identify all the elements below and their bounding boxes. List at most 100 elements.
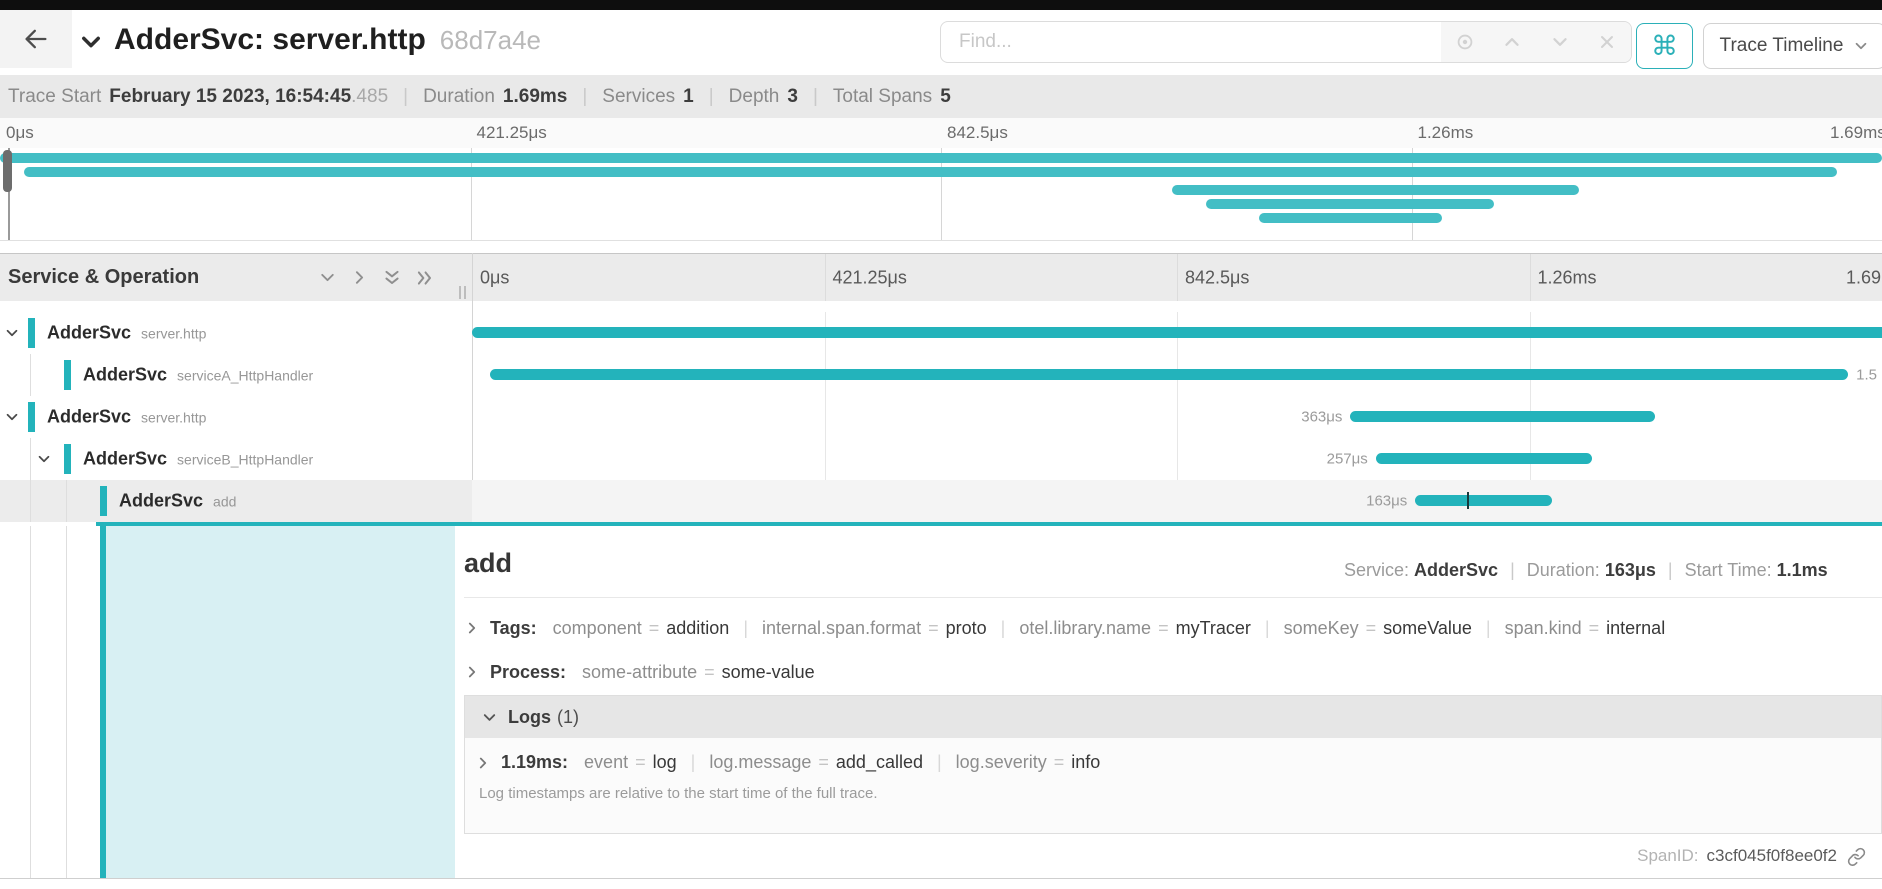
span-duration-bar[interactable] — [1376, 453, 1592, 464]
collapse-all-icon[interactable] — [382, 268, 402, 288]
collapse-controls — [318, 254, 435, 301]
meta-value: 163μs — [1605, 560, 1656, 580]
minimap-span-bar — [1206, 199, 1494, 209]
log-entry-row[interactable]: 1.19ms:event=log|log.message=add_called|… — [475, 752, 1881, 773]
kv-key: log.message — [709, 752, 811, 773]
find-prev-icon[interactable] — [1500, 30, 1524, 54]
minimap-graph[interactable] — [0, 148, 1882, 241]
tick-label: 1.69ms — [1830, 123, 1882, 143]
column-resizer-handle[interactable] — [459, 286, 469, 299]
span-duration-label: 257μs — [1327, 451, 1368, 468]
summary-value: 1 — [683, 86, 694, 108]
kv-equals: = — [1054, 752, 1065, 773]
span-color-accent — [28, 318, 35, 348]
span-tree-row[interactable]: AdderSvcserver.http — [0, 396, 472, 438]
span-tree-row[interactable]: AdderSvcserviceA_HttpHandler — [0, 354, 472, 396]
meta-label: Duration: — [1527, 560, 1605, 580]
kv-equals: = — [704, 662, 715, 683]
span-bar-row[interactable]: 163μs — [472, 480, 1882, 522]
span-log-marker[interactable] — [1467, 492, 1469, 509]
span-detail-content: add Service: AdderSvc|Duration: 163μs|St… — [458, 526, 1882, 878]
kv-equals: = — [1158, 618, 1169, 639]
process-label: Process: — [490, 662, 566, 683]
kv-value: proto — [946, 618, 987, 639]
logs-label: Logs — [508, 707, 551, 728]
span-duration-label: 163μs — [1366, 493, 1407, 510]
deep-link-icon[interactable] — [1847, 847, 1866, 866]
span-tree-row[interactable]: AdderSvcserviceB_HttpHandler — [0, 438, 472, 480]
view-selector-label: Trace Timeline — [1720, 35, 1844, 57]
summary-label: Depth — [729, 86, 780, 108]
span-toggle-chevron-down-icon[interactable] — [4, 325, 20, 341]
kv-value: log — [653, 752, 677, 773]
minimap-scrubber-handle[interactable] — [3, 150, 12, 192]
locate-span-icon[interactable] — [1453, 30, 1477, 54]
chevron-right-icon — [464, 620, 480, 636]
kv-separator: | — [1001, 618, 1006, 639]
span-duration-bar[interactable] — [1415, 495, 1552, 506]
span-service-name: AdderSvcserviceB_HttpHandler — [83, 449, 313, 470]
meta-separator: | — [1510, 560, 1515, 580]
span-service-name: AdderSvcserver.http — [47, 323, 206, 344]
span-operation-name: server.http — [141, 326, 206, 342]
chevron-right-icon — [475, 755, 491, 771]
logs-header[interactable]: Logs (1) — [465, 696, 1881, 738]
span-operation-name: add — [213, 494, 236, 510]
expand-one-icon[interactable] — [350, 268, 369, 287]
selected-span-highlight-block — [106, 526, 455, 878]
indent-guide — [66, 480, 67, 522]
find-input[interactable] — [941, 22, 1441, 62]
summary-value-suffix: .485 — [351, 86, 388, 107]
span-bar-row[interactable]: 1.5 — [472, 354, 1882, 396]
find-next-icon[interactable] — [1548, 30, 1572, 54]
timeline-header-ticks: 0μs421.25μs842.5μs1.26ms1.69ms — [472, 254, 1882, 301]
trace-summary-bar: Trace StartFebruary 15 2023, 16:54:45.48… — [0, 75, 1882, 118]
span-id-row: SpanID: c3cf045f0f8ee0f2 — [1637, 846, 1866, 866]
span-duration-bar[interactable] — [490, 369, 1848, 380]
kv-value: add_called — [836, 752, 923, 773]
find-icon-strip — [1441, 22, 1631, 62]
span-color-accent — [100, 486, 107, 516]
timeline-column-header: Service & Operation 0μs421.25μs842.5μs1.… — [0, 253, 1882, 301]
back-button[interactable] — [0, 10, 72, 68]
minimap-span-bar — [1172, 185, 1579, 195]
span-bar-row[interactable]: 257μs — [472, 438, 1882, 480]
expand-all-icon[interactable] — [415, 268, 435, 288]
span-id-label: SpanID: — [1637, 846, 1698, 866]
kv-separator: | — [691, 752, 696, 773]
collapse-trace-header-chevron[interactable] — [78, 29, 104, 55]
kv-value: addition — [666, 618, 729, 639]
keyboard-shortcuts-button[interactable]: ⌘ — [1636, 23, 1693, 69]
span-color-accent — [64, 360, 71, 390]
span-tree-row[interactable]: AdderSvcserver.http — [0, 312, 472, 354]
summary-value: 1.69ms — [503, 86, 567, 108]
span-tree: AdderSvcserver.httpAdderSvcserviceA_Http… — [0, 312, 472, 522]
span-bar-row[interactable]: 363μs — [472, 396, 1882, 438]
kv-key: some-attribute — [582, 662, 697, 683]
span-bars-area: 1.5363μs 257μs 163μs — [472, 312, 1882, 522]
minimap-tick-labels: 0μs421.25μs842.5μs1.26ms1.69ms — [0, 118, 1882, 149]
span-toggle-chevron-down-icon[interactable] — [36, 451, 52, 467]
meta-value: AdderSvc — [1414, 560, 1498, 580]
span-duration-bar[interactable] — [472, 327, 1882, 338]
span-bar-row[interactable] — [472, 312, 1882, 354]
span-tree-row[interactable]: AdderSvcadd — [0, 480, 472, 522]
kv-key: internal.span.format — [762, 618, 921, 639]
span-operation-name: server.http — [141, 410, 206, 426]
span-toggle-chevron-down-icon[interactable] — [4, 409, 20, 425]
kv-value: someValue — [1383, 618, 1472, 639]
indent-guide — [30, 526, 31, 878]
view-selector-button[interactable]: Trace Timeline — [1703, 23, 1882, 69]
minimap-span-bar — [24, 167, 1836, 177]
process-row[interactable]: Process:some-attribute=some-value — [464, 658, 1882, 686]
chevron-down-icon — [1853, 38, 1869, 54]
collapse-one-icon[interactable] — [318, 268, 337, 287]
span-duration-bar[interactable] — [1350, 411, 1655, 422]
timeline-gridline — [1177, 254, 1178, 301]
tags-row[interactable]: Tags:component=addition|internal.span.fo… — [464, 614, 1882, 642]
tick-label: 1.69ms — [1846, 267, 1882, 288]
span-operation-name: serviceA_HttpHandler — [177, 368, 313, 384]
timeline-gridline — [1530, 254, 1531, 301]
clear-find-icon[interactable] — [1595, 30, 1619, 54]
tick-label: 1.26ms — [1538, 267, 1597, 288]
